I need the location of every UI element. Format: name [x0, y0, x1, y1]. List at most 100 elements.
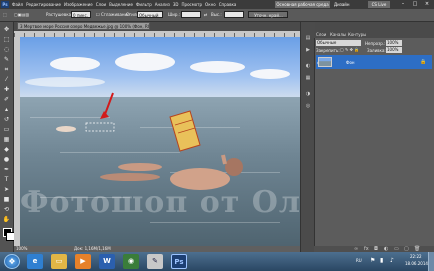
layer-row-background[interactable]	[316, 55, 432, 69]
swatches-panel-icon[interactable]: ▦	[304, 74, 312, 82]
adjustments-panel-icon[interactable]: ◑	[304, 90, 312, 98]
lock-label: Закрепить:	[316, 48, 340, 53]
menu-image[interactable]: Изображение	[64, 2, 93, 7]
menu-file[interactable]: Файл	[12, 2, 23, 7]
menu-analysis[interactable]: Анализ	[155, 2, 170, 7]
feather-label: Растушевка:	[46, 12, 73, 17]
dodge-tool-icon[interactable]: ●	[2, 156, 11, 164]
fill-input[interactable]: 100%	[386, 47, 402, 53]
watermark-text: Фотошоп от Олечки	[20, 185, 300, 220]
clock-time[interactable]: 22:22	[410, 254, 422, 259]
hand-tool-icon[interactable]: ✋	[2, 216, 11, 224]
shape-tool-icon[interactable]: ■	[2, 196, 11, 204]
width-input[interactable]	[181, 11, 201, 18]
tab-layers[interactable]: Слои	[316, 32, 326, 37]
blend-mode-select[interactable]: Обычные	[316, 40, 361, 46]
layer-lock-icon: 🔒	[420, 59, 427, 65]
paint-icon[interactable]: ✎	[147, 254, 163, 269]
distant-swimmer	[56, 126, 76, 132]
selection-mode-icons[interactable]: ▢▣▤▥	[14, 12, 29, 17]
eraser-tool-icon[interactable]: ▭	[2, 126, 11, 134]
language-indicator[interactable]: RU	[356, 258, 362, 263]
options-bar: ⬚ ▢▣▤▥ Растушевка: 0 пикс. ☐ Сглаживание…	[0, 9, 434, 22]
menu-window[interactable]: Окно	[205, 2, 216, 7]
history-brush-icon[interactable]: ↺	[2, 116, 11, 124]
masks-panel-icon[interactable]: ◎	[304, 102, 312, 110]
type-tool-icon[interactable]: T	[2, 176, 11, 184]
fill-label: Заливка:	[367, 48, 386, 53]
ie-icon[interactable]: e	[27, 254, 43, 269]
crop-tool-icon[interactable]: ⌗	[2, 66, 11, 74]
system-tray: RU ⚑ ▮ ♪	[356, 255, 406, 267]
menu-bar: Ps Файл Редактирование Изображение Слои …	[0, 0, 434, 9]
chrome-icon[interactable]: ◉	[123, 254, 139, 269]
actions-panel-icon[interactable]: ▶	[304, 46, 312, 54]
history-panel-icon[interactable]: ▤	[304, 34, 312, 42]
selection-marquee	[85, 122, 115, 132]
media-player-icon[interactable]: ▶	[75, 254, 91, 269]
3d-rotate-icon[interactable]: ⟲	[2, 206, 11, 214]
layer-name[interactable]: Фон	[346, 60, 355, 65]
height-label: Выс.:	[211, 12, 222, 17]
menu-select[interactable]: Выделение	[109, 2, 133, 7]
move-tool-icon[interactable]: ✥	[2, 26, 11, 34]
collapsed-panel-strip: ▤ ▶ ◐ ▦ ◑ ◎	[300, 22, 315, 252]
layers-panel-tabs: Слои Каналы Контуры	[314, 31, 434, 38]
toolbox: ✥ ⬚ ◌ ✎ ⌗ ⁄ ✚ ✐ ▴ ↺ ▭ ▦ ◆ ● ✒ T ➤ ■ ⟲ ✋ …	[0, 22, 14, 252]
maximize-icon[interactable]: □	[410, 1, 420, 8]
lasso-tool-icon[interactable]: ◌	[2, 46, 11, 54]
eyedropper-tool-icon[interactable]: ⁄	[2, 76, 11, 84]
quick-select-tool-icon[interactable]: ✎	[2, 56, 11, 64]
menu-3d[interactable]: 3D	[173, 2, 179, 7]
marquee-tool-icon[interactable]: ⬚	[2, 36, 11, 44]
healing-brush-icon[interactable]: ✚	[2, 86, 11, 94]
clone-stamp-icon[interactable]: ▴	[2, 106, 11, 114]
document-tab[interactable]: 3 Мертвое море Россия озеро Медвежье.jpg…	[17, 22, 150, 30]
network-icon[interactable]: ▮	[380, 257, 383, 264]
workspace-design-button[interactable]: Дизайн	[334, 1, 354, 8]
show-desktop-button[interactable]	[428, 252, 434, 271]
height-input[interactable]	[224, 11, 244, 18]
brush-tool-icon[interactable]: ✐	[2, 96, 11, 104]
pen-tool-icon[interactable]: ✒	[2, 166, 11, 174]
word-icon[interactable]: W	[99, 254, 115, 269]
width-label: Шир.:	[168, 12, 181, 17]
minimize-icon[interactable]: –	[398, 1, 408, 8]
menu-filter[interactable]: Фильтр	[136, 2, 152, 7]
opacity-input[interactable]: 100%	[386, 40, 402, 46]
cs-live-button[interactable]: CS Live	[368, 1, 390, 8]
clock-date[interactable]: 18.06.2014	[405, 261, 428, 266]
opacity-label: Непрозр.:	[365, 41, 386, 46]
blur-tool-icon[interactable]: ◆	[2, 146, 11, 154]
swap-icon[interactable]: ⇄	[204, 12, 207, 17]
close-icon[interactable]: ×	[422, 1, 432, 8]
red-arrow-head	[100, 111, 109, 119]
folder-icon[interactable]: ▭	[51, 254, 67, 269]
tab-paths[interactable]: Контуры	[348, 32, 366, 37]
photoshop-logo-icon: Ps	[1, 1, 9, 8]
antialias-checkbox[interactable]: ☐	[96, 12, 100, 17]
gradient-tool-icon[interactable]: ▦	[2, 136, 11, 144]
man-leg-left	[118, 163, 162, 171]
refine-edge-button[interactable]: Уточн. край...	[248, 11, 288, 18]
feather-input[interactable]: 0 пикс.	[71, 11, 91, 18]
tab-channels[interactable]: Каналы	[330, 32, 346, 37]
menu-help[interactable]: Справка	[219, 2, 237, 7]
lock-icons[interactable]: ▢ ✎ ✥ 🔒	[340, 47, 359, 52]
flag-icon[interactable]: ⚑	[370, 257, 375, 264]
menu-view[interactable]: Просмотр	[182, 2, 203, 7]
start-button[interactable]: ❖	[4, 254, 20, 269]
path-select-icon[interactable]: ➤	[2, 186, 11, 194]
menu-edit[interactable]: Редактирование	[26, 2, 61, 7]
volume-icon[interactable]: ♪	[390, 257, 394, 264]
man-head	[225, 158, 243, 176]
workspace-essentials-button[interactable]: Основная рабочая среда	[275, 1, 330, 8]
style-select[interactable]: Обычный	[137, 11, 163, 18]
marquee-tool-icon[interactable]: ⬚	[3, 12, 7, 17]
man-arm	[221, 154, 227, 165]
image-canvas[interactable]: Фотошоп от Олечки	[20, 37, 300, 246]
menu-layers[interactable]: Слои	[96, 2, 106, 7]
photoshop-taskbar-icon[interactable]: Ps	[171, 254, 187, 269]
layer-thumbnail[interactable]	[318, 57, 332, 67]
color-panel-icon[interactable]: ◐	[304, 62, 312, 70]
